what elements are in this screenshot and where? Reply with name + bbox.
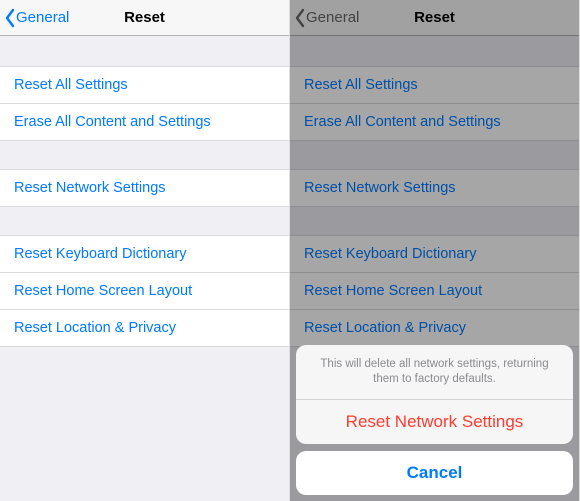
chevron-left-icon — [294, 8, 306, 28]
screen-left: General Reset Reset All Settings Erase A… — [0, 0, 290, 501]
back-label: General — [16, 9, 69, 26]
back-label: General — [306, 9, 359, 26]
chevron-left-icon — [4, 8, 16, 28]
action-sheet: This will delete all network settings, r… — [296, 345, 573, 495]
group-2: Reset Network Settings — [290, 169, 579, 207]
group-1: Reset All Settings Erase All Content and… — [0, 66, 289, 141]
settings-list: Reset All Settings Erase All Content and… — [0, 36, 289, 501]
sheet-destructive-button[interactable]: Reset Network Settings — [296, 400, 573, 444]
back-button[interactable]: General — [290, 8, 359, 28]
reset-all-settings[interactable]: Reset All Settings — [0, 66, 289, 104]
reset-location-privacy[interactable]: Reset Location & Privacy — [290, 310, 579, 347]
reset-location-privacy[interactable]: Reset Location & Privacy — [0, 310, 289, 347]
reset-keyboard-dictionary[interactable]: Reset Keyboard Dictionary — [290, 235, 579, 273]
erase-all-content[interactable]: Erase All Content and Settings — [290, 104, 579, 141]
group-2: Reset Network Settings — [0, 169, 289, 207]
reset-network-settings[interactable]: Reset Network Settings — [0, 169, 289, 207]
navbar: General Reset — [0, 0, 289, 36]
back-button[interactable]: General — [0, 8, 69, 28]
group-3: Reset Keyboard Dictionary Reset Home Scr… — [0, 235, 289, 347]
reset-network-settings[interactable]: Reset Network Settings — [290, 169, 579, 207]
reset-home-screen-layout[interactable]: Reset Home Screen Layout — [0, 273, 289, 310]
screen-right: General Reset Reset All Settings Erase A… — [290, 0, 580, 501]
group-1: Reset All Settings Erase All Content and… — [290, 66, 579, 141]
sheet-cancel-button[interactable]: Cancel — [296, 451, 573, 495]
sheet-message: This will delete all network settings, r… — [296, 345, 573, 400]
erase-all-content[interactable]: Erase All Content and Settings — [0, 104, 289, 141]
reset-home-screen-layout[interactable]: Reset Home Screen Layout — [290, 273, 579, 310]
navbar: General Reset — [290, 0, 579, 36]
reset-keyboard-dictionary[interactable]: Reset Keyboard Dictionary — [0, 235, 289, 273]
reset-all-settings[interactable]: Reset All Settings — [290, 66, 579, 104]
group-3: Reset Keyboard Dictionary Reset Home Scr… — [290, 235, 579, 347]
